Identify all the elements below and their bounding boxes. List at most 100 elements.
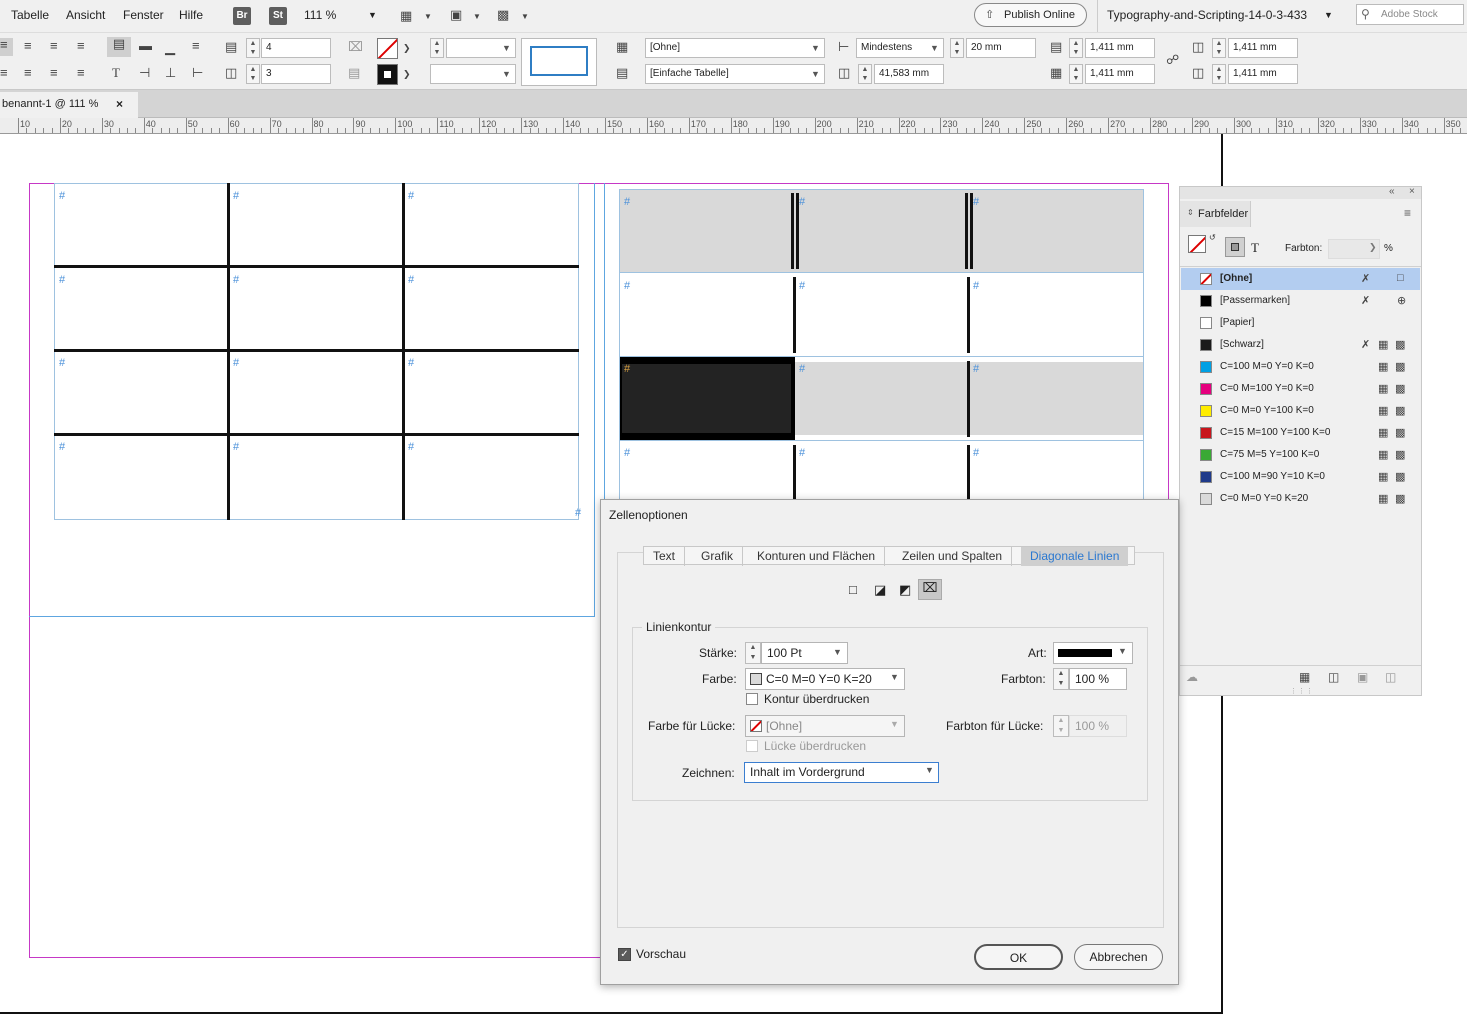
text-rotate-270-icon[interactable]: ⊢	[192, 66, 203, 80]
text-rotate-90-icon[interactable]: ⊣	[139, 66, 150, 80]
panel-tab-swatches[interactable]: ⇕ Farbfelder	[1180, 201, 1251, 227]
trash-icon[interactable]: ◫	[1385, 670, 1396, 684]
menu-hilfe[interactable]: Hilfe	[179, 8, 203, 22]
bridge-button[interactable]: Br	[233, 7, 251, 25]
cloud-icon[interactable]: ☁	[1186, 670, 1198, 684]
close-icon[interactable]: ×	[116, 97, 123, 111]
inset-bottom-input[interactable]: 1,411 mm	[1085, 64, 1155, 84]
stroke-black-swatch[interactable]	[377, 64, 398, 85]
show-swatch-views-icon[interactable]: ▦	[1299, 670, 1310, 684]
valign-bottom-icon[interactable]: ▁	[165, 41, 175, 55]
fill-none-swatch[interactable]	[1188, 235, 1206, 253]
inset-right-stepper[interactable]: ▲ ▼	[1212, 64, 1226, 84]
chevron-right-icon[interactable]: ❯	[403, 67, 411, 81]
new-swatch-icon[interactable]: ▣	[1357, 670, 1368, 684]
swatch-yellow[interactable]: C=0 M=0 Y=100 K=0 ▦ ▩	[1181, 400, 1420, 422]
diagonal-up-icon[interactable]: ◩	[899, 582, 911, 598]
diagonal-down-icon[interactable]: ◪	[874, 582, 886, 598]
inset-top-stepper[interactable]: ▲ ▼	[1069, 38, 1083, 58]
chevron-down-icon[interactable]: ▼	[502, 43, 511, 53]
tab-graphic[interactable]: Grafik	[692, 547, 744, 566]
vorschau-checkbox[interactable]: ✓	[618, 948, 631, 961]
chevron-down-icon[interactable]: ▼	[521, 10, 529, 24]
cols-stepper[interactable]: ▲ ▼	[246, 64, 260, 84]
chevron-down-icon[interactable]: ▼	[1324, 10, 1333, 20]
unmerge-cells-icon[interactable]: ▤	[348, 66, 360, 80]
chevron-right-icon[interactable]: ❯	[403, 41, 411, 55]
swatch-cyan[interactable]: C=100 M=0 Y=0 K=0 ▦ ▩	[1181, 356, 1420, 378]
justify-icon[interactable]: ≡	[77, 39, 85, 53]
art-select[interactable]: ▼	[1053, 642, 1133, 664]
inset-right-input[interactable]: 1,411 mm	[1228, 64, 1298, 84]
row-height-input[interactable]: 20 mm	[966, 38, 1036, 58]
align-left-icon[interactable]: ≡	[0, 38, 13, 56]
swatch-red[interactable]: C=15 M=100 Y=100 K=0 ▦ ▩	[1181, 422, 1420, 444]
merge-cells-icon[interactable]: ⌧	[348, 40, 363, 54]
chevron-down-icon[interactable]: ▼	[811, 43, 820, 53]
arrange-docs-icon[interactable]: ▩	[497, 8, 509, 22]
chevron-down-icon[interactable]: ▼	[424, 10, 432, 24]
inset-left-input[interactable]: 1,411 mm	[1228, 38, 1298, 58]
chevron-down-icon[interactable]: ▼	[473, 10, 481, 24]
right-table[interactable]: # # # # # # # # # # # #	[619, 189, 1144, 505]
inset-top-input[interactable]: 1,411 mm	[1085, 38, 1155, 58]
collapse-icon[interactable]: «	[1389, 186, 1395, 197]
luecke-farbton-stepper[interactable]: ▲ ▼	[1053, 715, 1069, 737]
menu-tabelle[interactable]: Tabelle	[11, 8, 49, 22]
abbrechen-button[interactable]: Abbrechen	[1074, 944, 1163, 970]
zoom-level[interactable]: 111 %	[304, 8, 336, 22]
table-style-select[interactable]: [Einfache Tabelle]	[645, 64, 825, 84]
diagonal-cross-icon[interactable]: ⌧	[918, 579, 942, 600]
document-tab[interactable]: benannt-1 @ 111 % ×	[0, 92, 138, 118]
close-icon[interactable]: ×	[1409, 186, 1415, 197]
valign-center-icon[interactable]: ▬	[139, 39, 152, 53]
staerke-stepper[interactable]: ▲ ▼	[745, 642, 761, 664]
col-width-stepper[interactable]: ▲ ▼	[858, 64, 872, 84]
swatch-schwarz[interactable]: [Schwarz] ✗ ▦ ▩	[1181, 334, 1420, 356]
text-format-icon[interactable]: T	[1251, 240, 1259, 256]
ok-button[interactable]: OK	[974, 944, 1063, 970]
swatch-grey[interactable]: C=0 M=0 Y=0 K=20 ▦ ▩	[1181, 488, 1420, 510]
justify-all-icon[interactable]: ≡	[50, 66, 58, 80]
stroke-weight-stepper[interactable]: ▲ ▼	[430, 38, 444, 58]
text-rotate-0-icon[interactable]: T	[112, 66, 120, 80]
chevron-down-icon[interactable]: ▼	[811, 69, 820, 79]
tab-rows-columns[interactable]: Zeilen und Spalten	[893, 547, 1013, 566]
col-width-input[interactable]: 41,583 mm	[874, 64, 944, 84]
luecke-ueberdrucken-checkbox[interactable]	[746, 740, 758, 752]
tab-text[interactable]: Text	[644, 547, 686, 566]
inset-left-stepper[interactable]: ▲ ▼	[1212, 38, 1226, 58]
valign-top-icon[interactable]: ▤	[107, 37, 131, 57]
rows-stepper[interactable]: ▲ ▼	[246, 38, 260, 58]
panel-menu-icon[interactable]: ≡	[1404, 206, 1411, 220]
justify-center-icon[interactable]: ≡	[24, 66, 32, 80]
workspace-switcher[interactable]: Typography-and-Scripting-14-0-3-433	[1107, 8, 1307, 22]
zeichnen-select[interactable]: Inhalt im Vordergrund ▼	[744, 762, 939, 783]
luecke-farbton-input[interactable]: 100 %	[1069, 715, 1127, 737]
row-height-stepper[interactable]: ▲ ▼	[950, 38, 964, 58]
menu-ansicht[interactable]: Ansicht	[66, 8, 105, 22]
justify-right-icon[interactable]: ≡	[77, 66, 85, 80]
chevron-down-icon[interactable]: ▼	[930, 43, 939, 53]
tab-diagonal-lines[interactable]: Diagonale Linien	[1021, 547, 1129, 566]
container-format-icon[interactable]	[1225, 237, 1245, 257]
swatch-magenta[interactable]: C=0 M=100 Y=0 K=0 ▦ ▩	[1181, 378, 1420, 400]
stock-button[interactable]: St	[269, 7, 287, 25]
swatch-ohne[interactable]: [Ohne] ✗ □	[1181, 268, 1420, 290]
horizontal-ruler[interactable]: 10 20 30 40 50 60 70 80 90 100 110 120 130 140 150 160 1…	[0, 118, 1467, 134]
luecke-select[interactable]: [Ohne] ▼	[745, 715, 905, 737]
farbton-input[interactable]: 100 %	[1069, 668, 1127, 690]
swatch-papier[interactable]: [Papier]	[1181, 312, 1420, 334]
farbton-stepper[interactable]: ▲ ▼	[1053, 668, 1069, 690]
kontur-ueberdrucken-checkbox[interactable]	[746, 693, 758, 705]
chevron-right-icon[interactable]: ❯	[1369, 242, 1377, 253]
chevron-down-icon[interactable]: ▼	[833, 647, 842, 657]
tab-strokes-fills[interactable]: Konturen und Flächen	[748, 547, 886, 566]
valign-justify-icon[interactable]: ≡	[192, 39, 200, 53]
menu-fenster[interactable]: Fenster	[123, 8, 164, 22]
folder-icon[interactable]: ◫	[1328, 670, 1339, 684]
text-rotate-180-icon[interactable]: ⊥	[165, 66, 176, 80]
swatch-blue[interactable]: C=100 M=90 Y=10 K=0 ▦ ▩	[1181, 466, 1420, 488]
farbe-select[interactable]: C=0 M=0 Y=0 K=20 ▼	[745, 668, 905, 690]
frame-icon[interactable]: ▣	[450, 8, 462, 22]
